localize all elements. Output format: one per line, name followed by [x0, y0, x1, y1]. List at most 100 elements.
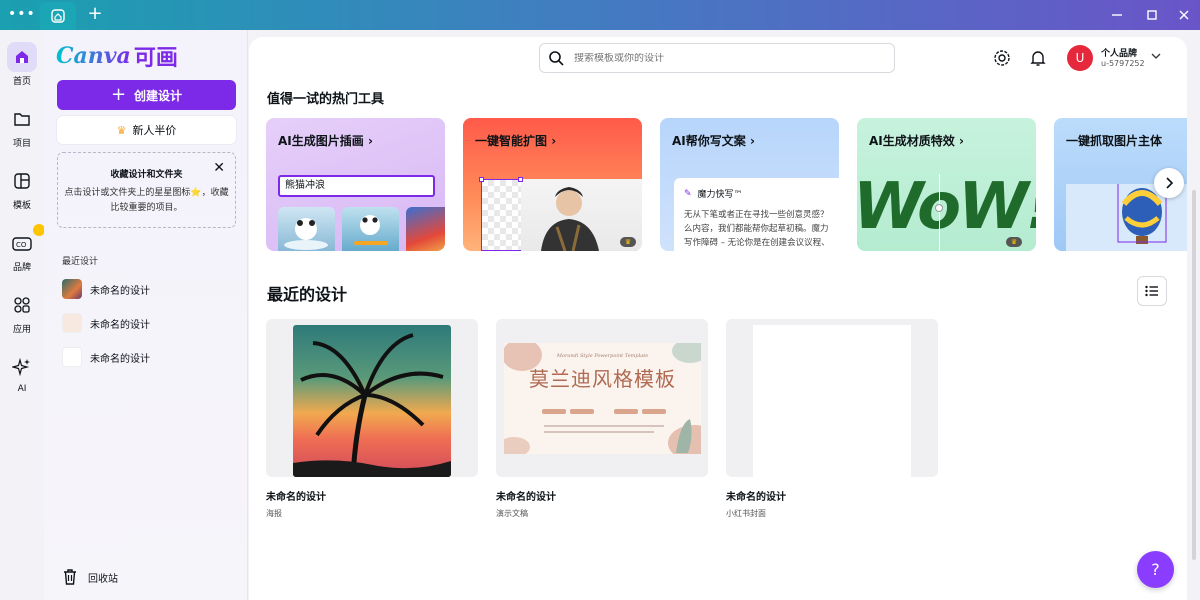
recent-design-item[interactable]: 未命名的设计 [62, 278, 232, 300]
rail-item-ai[interactable]: AI [2, 352, 42, 404]
title-bar: ••• + [0, 0, 1200, 30]
half-price-label: 新人半价 [132, 124, 177, 137]
logo-text: Canva [56, 43, 131, 69]
search-input[interactable] [574, 52, 874, 64]
new-tab-button[interactable]: + [86, 5, 104, 23]
svg-text:CO: CO [16, 241, 27, 249]
recent-thumb-poster [62, 279, 82, 299]
slide-subtitle: Morandi Style Powerpoint Template [556, 353, 649, 359]
design-type: 演示文稿 [496, 509, 528, 518]
main-content: U 个人品牌 u-5797252 值得一试的热门工具 AI生成图片插画 › 熊猫… [249, 37, 1187, 600]
rail-item-templates[interactable]: 模板 [2, 166, 42, 218]
pro-crown-icon: ♛ [1006, 237, 1022, 247]
chevron-down-icon[interactable] [1151, 52, 1161, 60]
trash-button[interactable]: 回收站 [62, 568, 118, 586]
design-name: 未命名的设计 [266, 492, 326, 503]
list-view-button[interactable] [1137, 276, 1167, 306]
rail-item-brand[interactable]: CO 品牌 [2, 224, 45, 280]
create-design-label: 创建设计 [134, 88, 183, 103]
recent-design-label: 未命名的设计 [90, 319, 150, 331]
wow-art: WoW! ♛ [857, 174, 1036, 251]
design-thumbnail [726, 319, 938, 477]
design-thumbnail: Morandi Style Powerpoint Template 莫兰迪风格模… [496, 319, 708, 477]
favorites-tip-card: ✕ 收藏设计和文件夹 点击设计或文件夹上的星星图标⭐，收藏比较重要的项目。 [57, 152, 236, 228]
recent-design-item[interactable]: 未命名的设计 [62, 346, 232, 368]
recent-design-label: 未命名的设计 [90, 285, 150, 297]
next-carousel-button[interactable] [1154, 168, 1184, 198]
avatar[interactable]: U [1067, 45, 1093, 71]
tool-card-title: AI帮你写文案 › [672, 134, 755, 148]
magic-write-text: 无从下笔或者正在寻找一些创意灵感？么内容，我们都能帮你起草初稿。魔力写作障碍 –… [684, 210, 830, 248]
trash-icon [64, 569, 76, 585]
tool-card-ai-copywriting[interactable]: AI帮你写文案 › ✎ 魔力快写™ 无从下笔或者正在寻找一些创意灵感？么内容，我… [660, 118, 839, 251]
half-price-button[interactable]: ♛ 新人半价 [57, 116, 236, 144]
design-name: 未命名的设计 [726, 492, 786, 503]
trash-label: 回收站 [88, 573, 118, 585]
panda-image-3 [406, 207, 445, 251]
tool-card-expand[interactable]: 一键智能扩图 › ♛ [463, 118, 642, 251]
design-card-presentation[interactable]: Morandi Style Powerpoint Template 莫兰迪风格模… [496, 319, 708, 519]
magic-write-title: ✎ 魔力快写™ [684, 188, 743, 201]
left-rail: 首页 项目 模板 CO 品牌 应用 AI [0, 30, 45, 600]
split-handle-icon[interactable] [935, 204, 943, 212]
account-name[interactable]: 个人品牌 [1101, 46, 1137, 59]
help-button[interactable]: ? [1137, 551, 1174, 588]
panda-image-2 [342, 207, 399, 251]
panda-image-1 [278, 207, 335, 251]
maximize-icon[interactable] [1143, 6, 1161, 24]
canva-logo[interactable]: Canva 可画 [56, 42, 178, 71]
rail-item-home[interactable]: 首页 [2, 42, 42, 94]
recent-designs-title: 最近的设计 [267, 285, 348, 304]
plus-icon: + [110, 84, 127, 105]
design-card-xiaohongshu[interactable]: 未命名的设计 小红书封面 [726, 319, 938, 519]
scrollbar[interactable] [1192, 190, 1196, 560]
minimize-icon[interactable] [1108, 6, 1126, 24]
side-panel: Canva 可画 + 创建设计 ♛ 新人半价 ✕ 收藏设计和文件夹 点击设计或文… [44, 30, 248, 600]
close-tip-icon[interactable]: ✕ [213, 161, 225, 175]
rail-label-projects: 项目 [12, 139, 31, 149]
rail-item-projects[interactable]: 项目 [2, 104, 42, 156]
recent-thumb-slides [62, 313, 82, 333]
home-icon [51, 9, 65, 23]
prompt-input-sample: 熊猫冲浪 [278, 175, 435, 197]
rail-label-home: 首页 [12, 77, 31, 87]
tool-card-ai-illustration[interactable]: AI生成图片插画 › 熊猫冲浪 [266, 118, 445, 251]
tools-heading: 值得一试的热门工具 [267, 92, 385, 107]
notification-bell-icon[interactable] [1029, 49, 1047, 67]
close-icon[interactable] [1175, 6, 1193, 24]
rail-label-apps: 应用 [12, 325, 31, 335]
tool-card-title: AI生成图片插画 › [278, 134, 373, 148]
search-box[interactable] [539, 43, 895, 73]
recent-thumb-blank [62, 347, 82, 367]
magic-write-panel: ✎ 魔力快写™ 无从下笔或者正在寻找一些创意灵感？么内容，我们都能帮你起草初稿。… [674, 178, 839, 251]
settings-icon[interactable] [993, 49, 1011, 67]
tool-card-title: 一键智能扩图 › [475, 134, 557, 148]
favorites-tip-desc: 点击设计或文件夹上的星星图标⭐，收藏比较重要的项目。 [64, 188, 229, 213]
wow-art-text: WoW! [857, 174, 1036, 244]
palm-poster-image [293, 325, 451, 477]
list-view-icon [1145, 285, 1158, 297]
brand-icon: CO [7, 224, 45, 258]
rail-label-ai: AI [17, 384, 27, 394]
design-type: 海报 [266, 509, 282, 518]
recent-designs-heading: 最近设计 [62, 257, 99, 267]
resize-handle-icon [518, 177, 523, 182]
apps-icon [7, 290, 37, 320]
pro-crown-icon: ♛ [620, 237, 636, 247]
home-tab[interactable] [40, 2, 76, 30]
search-icon [549, 51, 564, 66]
tool-card-title: AI生成材质特效 › [869, 134, 964, 148]
favorites-tip-title: 收藏设计和文件夹 [110, 170, 183, 180]
menu-dots-button[interactable]: ••• [8, 6, 35, 24]
rail-label-templates: 模板 [12, 201, 31, 211]
folder-icon [7, 104, 37, 134]
template-icon [7, 166, 37, 196]
pen-sparkle-icon: ✎ [684, 188, 692, 199]
tool-card-material-effect[interactable]: AI生成材质特效 › WoW! ♛ [857, 118, 1036, 251]
chevron-right-icon [1166, 177, 1174, 189]
rail-item-apps[interactable]: 应用 [2, 290, 42, 342]
create-design-button[interactable]: + 创建设计 [57, 80, 236, 110]
design-card-poster[interactable]: 未命名的设计 海报 [266, 319, 478, 519]
design-type: 小红书封面 [726, 509, 766, 518]
recent-design-item[interactable]: 未命名的设计 [62, 312, 232, 334]
